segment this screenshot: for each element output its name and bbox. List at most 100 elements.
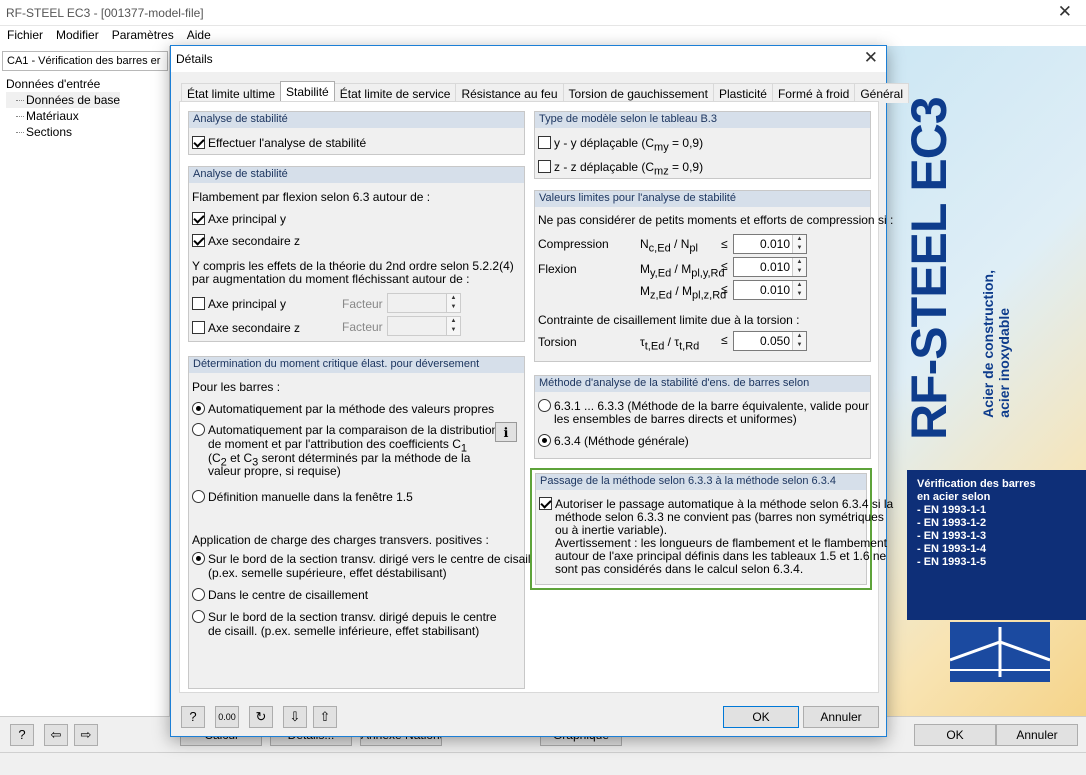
- stability-tab-page: Analyse de stabilité Effectuer l'analyse…: [179, 101, 893, 693]
- help-icon[interactable]: ?: [10, 724, 34, 746]
- reset-icon[interactable]: ↻: [249, 706, 273, 728]
- save-settings-icon[interactable]: ⇧: [313, 706, 337, 728]
- limit-intro: Ne pas considérer de petits moments et e…: [538, 213, 894, 227]
- mz-ratio: Mz,Ed / Mpl,z,Rd: [640, 284, 727, 302]
- dialog-cancel-button[interactable]: Annuler: [803, 706, 879, 728]
- torsion-label: Torsion: [538, 335, 577, 349]
- load-bottom-radio[interactable]: [192, 610, 205, 623]
- menu-edit[interactable]: Modifier: [49, 26, 105, 42]
- brand-title: RF-STEEL EC3: [901, 97, 957, 440]
- dialog-close-icon[interactable]: ✕: [864, 48, 878, 68]
- group-flexural-buckling: Analyse de stabilité Flambement par flex…: [188, 166, 525, 342]
- brand-norms-box: Vérification des barres en acier selon -…: [907, 470, 1086, 620]
- factor-z-input[interactable]: ▲ ▼: [387, 316, 461, 336]
- tab-fire[interactable]: Résistance au feu: [455, 83, 564, 103]
- tree-item-materials[interactable]: Matériaux: [6, 108, 120, 124]
- le-sign: ≤: [721, 333, 728, 347]
- flexural-buckling-intro: Flambement par flexion selon 6.3 autour …: [192, 190, 431, 204]
- tab-sls[interactable]: État limite de service: [333, 83, 457, 103]
- brand-subtitle: Acier de construction,acier inoxydable: [980, 270, 1012, 418]
- menu-settings[interactable]: Paramètres: [105, 26, 180, 42]
- moment-axis-z-label: Axe secondaire z: [208, 321, 301, 335]
- tab-cold-formed[interactable]: Formé à froid: [771, 83, 856, 103]
- tab-plasticity[interactable]: Plasticité: [712, 83, 773, 103]
- tree-item-sections[interactable]: Sections: [6, 124, 120, 140]
- torsion-ratio: τt,Ed / τt,Rd: [640, 335, 700, 353]
- z-sway-checkbox[interactable]: [538, 160, 551, 173]
- le-sign: ≤: [721, 259, 728, 273]
- import-icon[interactable]: ⇦: [44, 724, 68, 746]
- factor-y-input[interactable]: ▲ ▼: [387, 293, 461, 313]
- auto-switch-label-1: Autoriser le passage automatique à la mé…: [555, 497, 894, 511]
- second-order-text-2: par augmentation du moment fléchissant a…: [192, 272, 470, 286]
- warning-label-1: Avertissement : les longueurs de flambem…: [555, 536, 887, 550]
- group-member-set-method: Méthode d'analyse de la stabilité d'ens.…: [534, 375, 871, 459]
- app-title: RF-STEEL EC3 - [001377-model-file]: [6, 6, 204, 20]
- torsion-limit-input[interactable]: 0.050 ▲ ▼: [733, 331, 807, 351]
- compression-label: Compression: [538, 237, 609, 251]
- load-center-radio[interactable]: [192, 588, 205, 601]
- axis-y-checkbox[interactable]: [192, 212, 205, 225]
- tab-warping[interactable]: Torsion de gauchissement: [562, 83, 714, 103]
- company-logo: [949, 622, 1051, 682]
- le-sign: ≤: [721, 282, 728, 296]
- group-model-type: Type de modèle selon le tableau B.3 y - …: [534, 111, 871, 179]
- case-select[interactable]: CA1 - Vérification des barres er: [2, 51, 168, 71]
- group-header: Analyse de stabilité: [189, 167, 524, 183]
- auto-switch-checkbox[interactable]: [539, 497, 552, 510]
- method-equivalent-radio[interactable]: [538, 399, 551, 412]
- y-sway-checkbox[interactable]: [538, 136, 551, 149]
- group-header: Valeurs limites pour l'analyse de stabil…: [535, 191, 870, 207]
- load-top-label-1: Sur le bord de la section transv. dirigé…: [208, 552, 537, 566]
- load-bottom-label-2: de cisaill. (p.ex. semelle inférieure, e…: [208, 624, 480, 638]
- tab-general[interactable]: Général: [854, 83, 910, 103]
- warning-label-2: autour de l'axe principal définis dans l…: [555, 549, 887, 563]
- export-icon[interactable]: ⇨: [74, 724, 98, 746]
- mcr-c-rest: seront déterminés par la méthode de la: [258, 451, 471, 465]
- group-header: Passage de la méthode selon 6.3.3 à la m…: [536, 474, 866, 490]
- units-icon[interactable]: 0.00: [215, 706, 239, 728]
- main-cancel-button[interactable]: Annuler: [996, 724, 1078, 746]
- y-sway-label: y - y déplaçable (Cmy = 0,9): [554, 136, 704, 154]
- method-equivalent-label-1: 6.3.1 ... 6.3.3 (Méthode de la barre équ…: [554, 399, 869, 413]
- compression-ratio: Nc,Ed / Npl: [640, 237, 698, 255]
- main-ok-button[interactable]: OK: [914, 724, 996, 746]
- flexion-label: Flexion: [538, 262, 577, 276]
- load-settings-icon[interactable]: ⇩: [283, 706, 307, 728]
- app-titlebar: RF-STEEL EC3 - [001377-model-file] ✕: [0, 0, 1086, 26]
- tab-uls[interactable]: État limite ultime: [181, 83, 282, 103]
- menu-file[interactable]: Fichier: [0, 26, 49, 42]
- tree-root[interactable]: Données d'entrée: [6, 76, 120, 92]
- moment-axis-z-checkbox[interactable]: [192, 321, 205, 334]
- flexion-y-limit-input[interactable]: 0.010 ▲ ▼: [733, 257, 807, 277]
- group-method-switch: Passage de la méthode selon 6.3.3 à la m…: [535, 473, 893, 585]
- dialog-help-icon[interactable]: ?: [181, 706, 205, 728]
- mcr-eigenvalue-label: Automatiquement par la méthode des valeu…: [208, 402, 495, 416]
- stability-analysis-checkbox[interactable]: [192, 136, 205, 149]
- mcr-manual-radio[interactable]: [192, 490, 205, 503]
- mcr-c-and: et C: [226, 451, 253, 465]
- warning-label-3: sont pas considérés dans le calcul selon…: [555, 562, 804, 576]
- menu-help[interactable]: Aide: [180, 26, 217, 42]
- load-application-title: Application de charge des charges transv…: [192, 533, 489, 547]
- info-icon[interactable]: ℹ: [495, 422, 517, 442]
- compression-limit-input[interactable]: 0.010 ▲ ▼: [733, 234, 807, 254]
- my-ratio: My,Ed / Mpl,y,Rd: [640, 262, 725, 280]
- dialog-tabs: État limite ultime Stabilité État limite d…: [181, 80, 910, 104]
- mcr-c-prefix: (C: [208, 451, 221, 465]
- axis-z-checkbox[interactable]: [192, 234, 205, 247]
- dialog-ok-button[interactable]: OK: [723, 706, 799, 728]
- load-top-radio[interactable]: [192, 552, 205, 565]
- auto-switch-label-2: méthode selon 6.3.3 ne convient pas (bar…: [555, 510, 884, 524]
- flexion-z-limit-input[interactable]: 0.010 ▲ ▼: [733, 280, 807, 300]
- mcr-comparison-label-1: Automatiquement par la comparaison de la…: [208, 423, 499, 437]
- method-general-radio[interactable]: [538, 434, 551, 447]
- details-dialog: Détails ✕ État limite ultime Stabilité Éta…: [170, 45, 910, 737]
- mcr-comparison-radio[interactable]: [192, 423, 205, 436]
- load-top-label-2: (p.ex. semelle supérieure, effet déstabi…: [208, 566, 447, 580]
- mcr-eigenvalue-radio[interactable]: [192, 402, 205, 415]
- for-bars-label: Pour les barres :: [192, 380, 281, 394]
- moment-axis-y-checkbox[interactable]: [192, 297, 205, 310]
- close-icon[interactable]: ✕: [1058, 2, 1072, 22]
- tree-item-base-data[interactable]: Données de base: [6, 92, 121, 108]
